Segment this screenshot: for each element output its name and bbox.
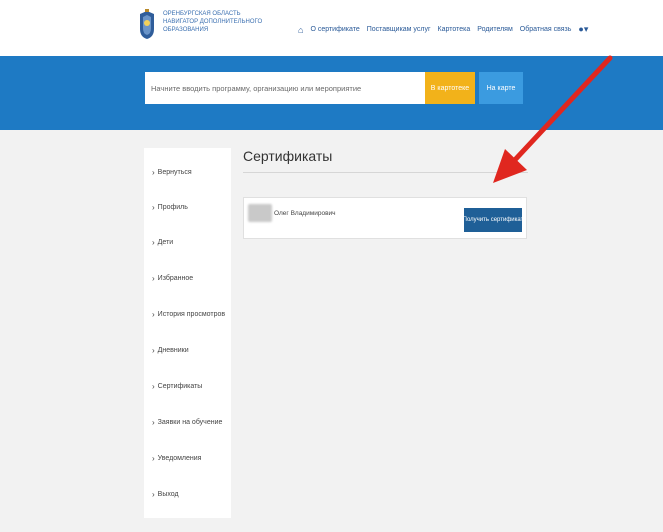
search-in-catalog-button[interactable]: В картотеке [425, 72, 475, 104]
catalog-button-label: В картотеке [430, 84, 470, 92]
sidebar-item-certificates[interactable]: › Сертификаты [152, 382, 202, 391]
chevron-right-icon: › [152, 382, 155, 391]
sidebar-item-label: Профиль [157, 204, 188, 211]
chevron-right-icon: › [152, 490, 155, 499]
chevron-right-icon: › [152, 454, 155, 463]
search-bar: В картотеке На карте [145, 72, 523, 104]
sidebar-item-profile[interactable]: › Профиль [152, 203, 188, 212]
chevron-down-icon: ▾ [583, 24, 589, 34]
sidebar-item-label: Дневники [157, 347, 189, 354]
chevron-right-icon: › [152, 418, 155, 427]
avatar [248, 204, 272, 222]
chevron-right-icon: › [152, 346, 155, 355]
sidebar-item-label: Дети [157, 239, 174, 246]
certificate-card: Олег Владимирович Получить сертификат [243, 197, 527, 239]
logo-line-2: Навигатор дополнительного [163, 19, 263, 25]
sidebar-item-label: Сертификаты [157, 383, 203, 390]
child-name: Олег Владимирович [274, 210, 336, 217]
content-area: › Вернуться › Профиль › Дети › Избранное › Ис… [0, 130, 663, 532]
sidebar: › Вернуться › Профиль › Дети › Избранное › Ис… [144, 148, 231, 518]
search-on-map-button[interactable]: На карте [479, 72, 523, 104]
nav-item-catalog[interactable]: Картотека [438, 26, 471, 33]
sidebar-item-label: Уведомления [157, 455, 202, 462]
map-button-label: На карте [486, 84, 516, 92]
header: Оренбургская область Навигатор дополните… [0, 0, 663, 56]
logo-line-1: Оренбургская область [163, 11, 241, 17]
chevron-right-icon: › [152, 274, 155, 283]
nav-item-feedback[interactable]: Обратная связь [520, 26, 572, 33]
sidebar-item-notifications[interactable]: › Уведомления [152, 454, 201, 463]
divider [243, 172, 528, 173]
sidebar-item-label: Заявки на обучение [157, 419, 223, 426]
home-icon[interactable]: ⌂ [298, 25, 303, 35]
nav-item-about-certificate[interactable]: О сертификате [310, 26, 359, 33]
page-title: Сертификаты [243, 148, 333, 164]
user-menu[interactable]: ●▾ [578, 24, 588, 35]
get-certificate-button[interactable]: Получить сертификат [462, 208, 524, 232]
chevron-right-icon: › [152, 310, 155, 319]
search-input[interactable] [145, 72, 425, 104]
sidebar-item-label: Вернуться [157, 169, 192, 176]
sidebar-item-back[interactable]: › Вернуться [152, 168, 192, 177]
chevron-right-icon: › [152, 203, 155, 212]
chevron-right-icon: › [152, 168, 155, 177]
nav-item-providers[interactable]: Поставщикам услуг [367, 26, 431, 33]
sidebar-item-history[interactable]: › История просмотров [152, 310, 225, 319]
sidebar-item-applications[interactable]: › Заявки на обучение [152, 418, 222, 427]
sidebar-item-logout[interactable]: › Выход [152, 490, 179, 499]
nav-item-parents[interactable]: Родителям [477, 26, 513, 33]
site-logo-text[interactable]: Оренбургская область Навигатор дополните… [163, 10, 263, 34]
sidebar-item-diaries[interactable]: › Дневники [152, 346, 189, 355]
chevron-right-icon: › [152, 238, 155, 247]
coat-of-arms-icon [140, 9, 154, 39]
sidebar-item-label: Выход [157, 491, 179, 498]
get-certificate-label: Получить сертификат [462, 217, 524, 223]
page: Оренбургская область Навигатор дополните… [0, 0, 663, 532]
sidebar-item-children[interactable]: › Дети [152, 238, 173, 247]
logo-line-3: образования [163, 27, 209, 33]
sidebar-item-label: Избранное [157, 275, 194, 282]
sidebar-item-favorites[interactable]: › Избранное [152, 274, 193, 283]
sidebar-item-label: История просмотров [157, 311, 226, 318]
top-nav: ⌂ О сертификате Поставщикам услуг Картот… [298, 24, 588, 35]
search-band: В картотеке На карте [0, 56, 663, 130]
